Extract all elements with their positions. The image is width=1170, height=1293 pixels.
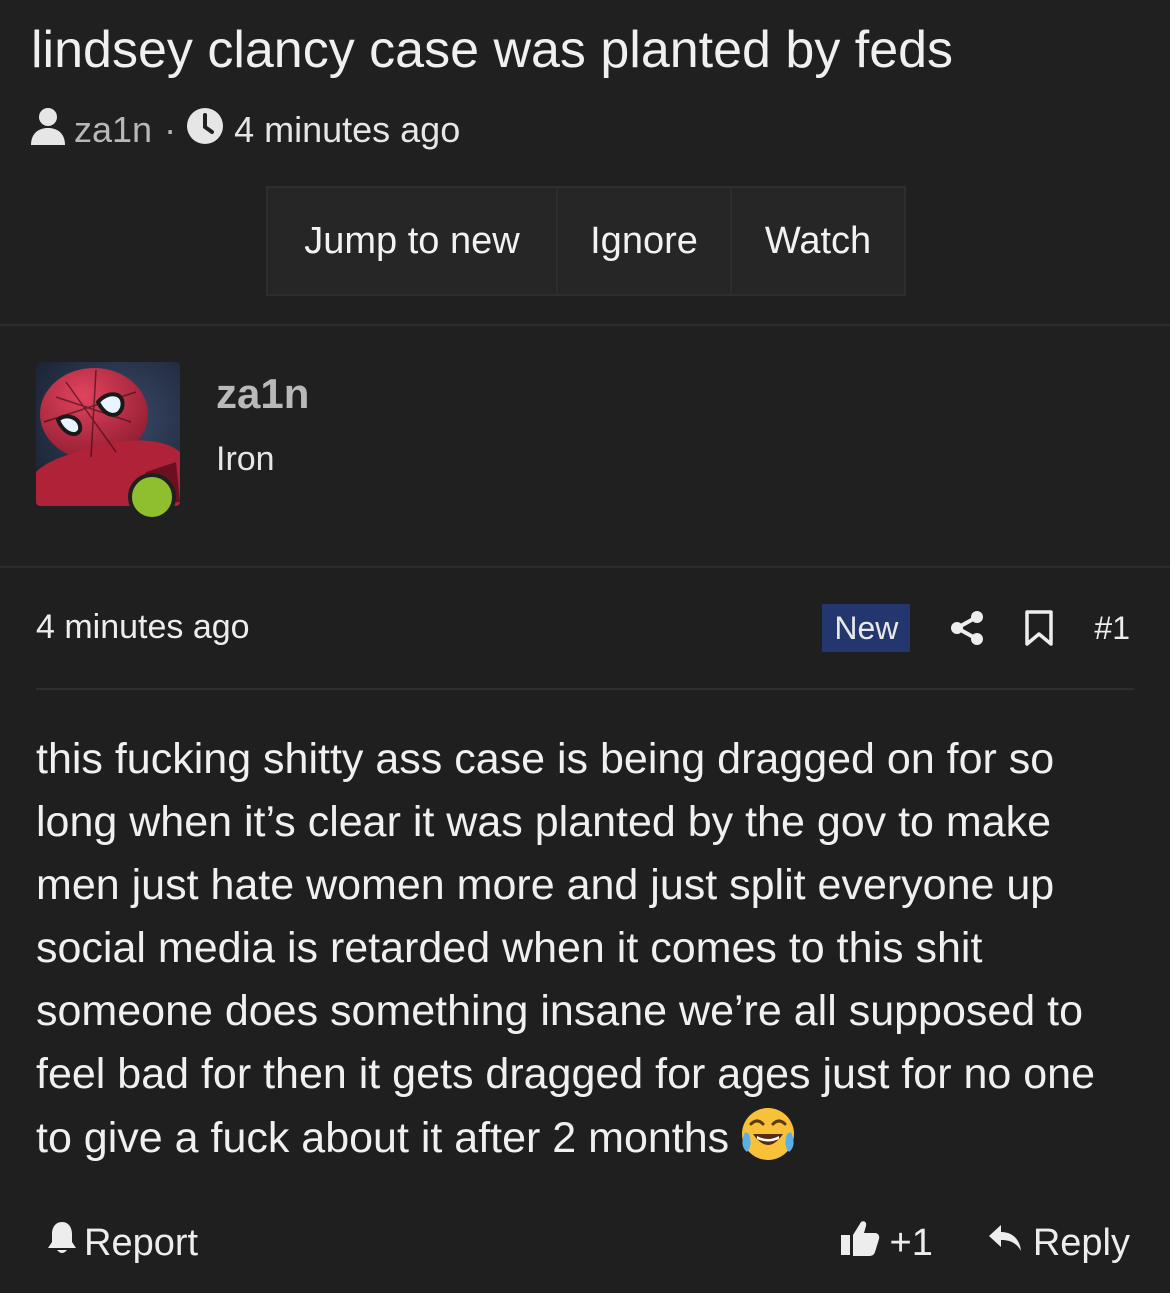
reply-arrow-icon	[987, 1222, 1023, 1265]
post-divider	[36, 688, 1134, 690]
clock-icon	[186, 107, 224, 154]
thread-header: lindsey clancy case was planted by feds …	[0, 0, 1170, 326]
reply-button[interactable]: Reply	[987, 1222, 1130, 1265]
new-badge: New	[822, 604, 911, 652]
post-body: this fucking shitty ass case is being dr…	[36, 728, 1136, 1180]
watch-button[interactable]: Watch	[732, 188, 904, 294]
thread-title: lindsey clancy case was planted by feds	[31, 21, 954, 79]
reply-label: Reply	[1032, 1221, 1130, 1264]
like-button[interactable]: +1	[840, 1219, 933, 1267]
post-message: 4 minutes ago New #1 this fucking shitty	[0, 568, 1170, 1293]
thread-author-link[interactable]: za1n	[74, 109, 152, 151]
thread-page: lindsey clancy case was planted by feds …	[0, 0, 1170, 1293]
face-with-tears-of-joy-icon	[739, 1106, 797, 1180]
user-rank-title: Iron	[216, 440, 275, 478]
post-username[interactable]: za1n	[216, 370, 309, 418]
post-user-block: za1n Iron	[0, 326, 1170, 568]
report-link[interactable]: Report	[46, 1218, 198, 1268]
ignore-button[interactable]: Ignore	[558, 188, 732, 294]
post-timestamp[interactable]: 4 minutes ago	[36, 608, 250, 647]
post-body-text: this fucking shitty ass case is being dr…	[36, 735, 1095, 1162]
like-count: +1	[889, 1221, 933, 1264]
jump-to-new-button[interactable]: Jump to new	[268, 188, 558, 294]
thread-action-buttons: Jump to new Ignore Watch	[266, 186, 906, 296]
meta-separator: ·	[164, 109, 177, 150]
thumbs-up-icon	[840, 1219, 880, 1267]
report-label: Report	[84, 1221, 199, 1264]
share-icon[interactable]	[950, 610, 984, 646]
thread-time[interactable]: 4 minutes ago	[234, 109, 460, 151]
bookmark-icon[interactable]	[1024, 610, 1054, 646]
thread-meta: za1n · 4 minutes ago	[30, 106, 460, 154]
user-icon	[30, 106, 66, 155]
post-number-link[interactable]: #1	[1094, 610, 1130, 647]
online-status-dot	[128, 473, 176, 521]
bell-icon	[46, 1220, 78, 1266]
post-footer-actions: +1 Reply	[840, 1218, 1130, 1268]
post-header-actions: New #1	[822, 604, 1130, 652]
